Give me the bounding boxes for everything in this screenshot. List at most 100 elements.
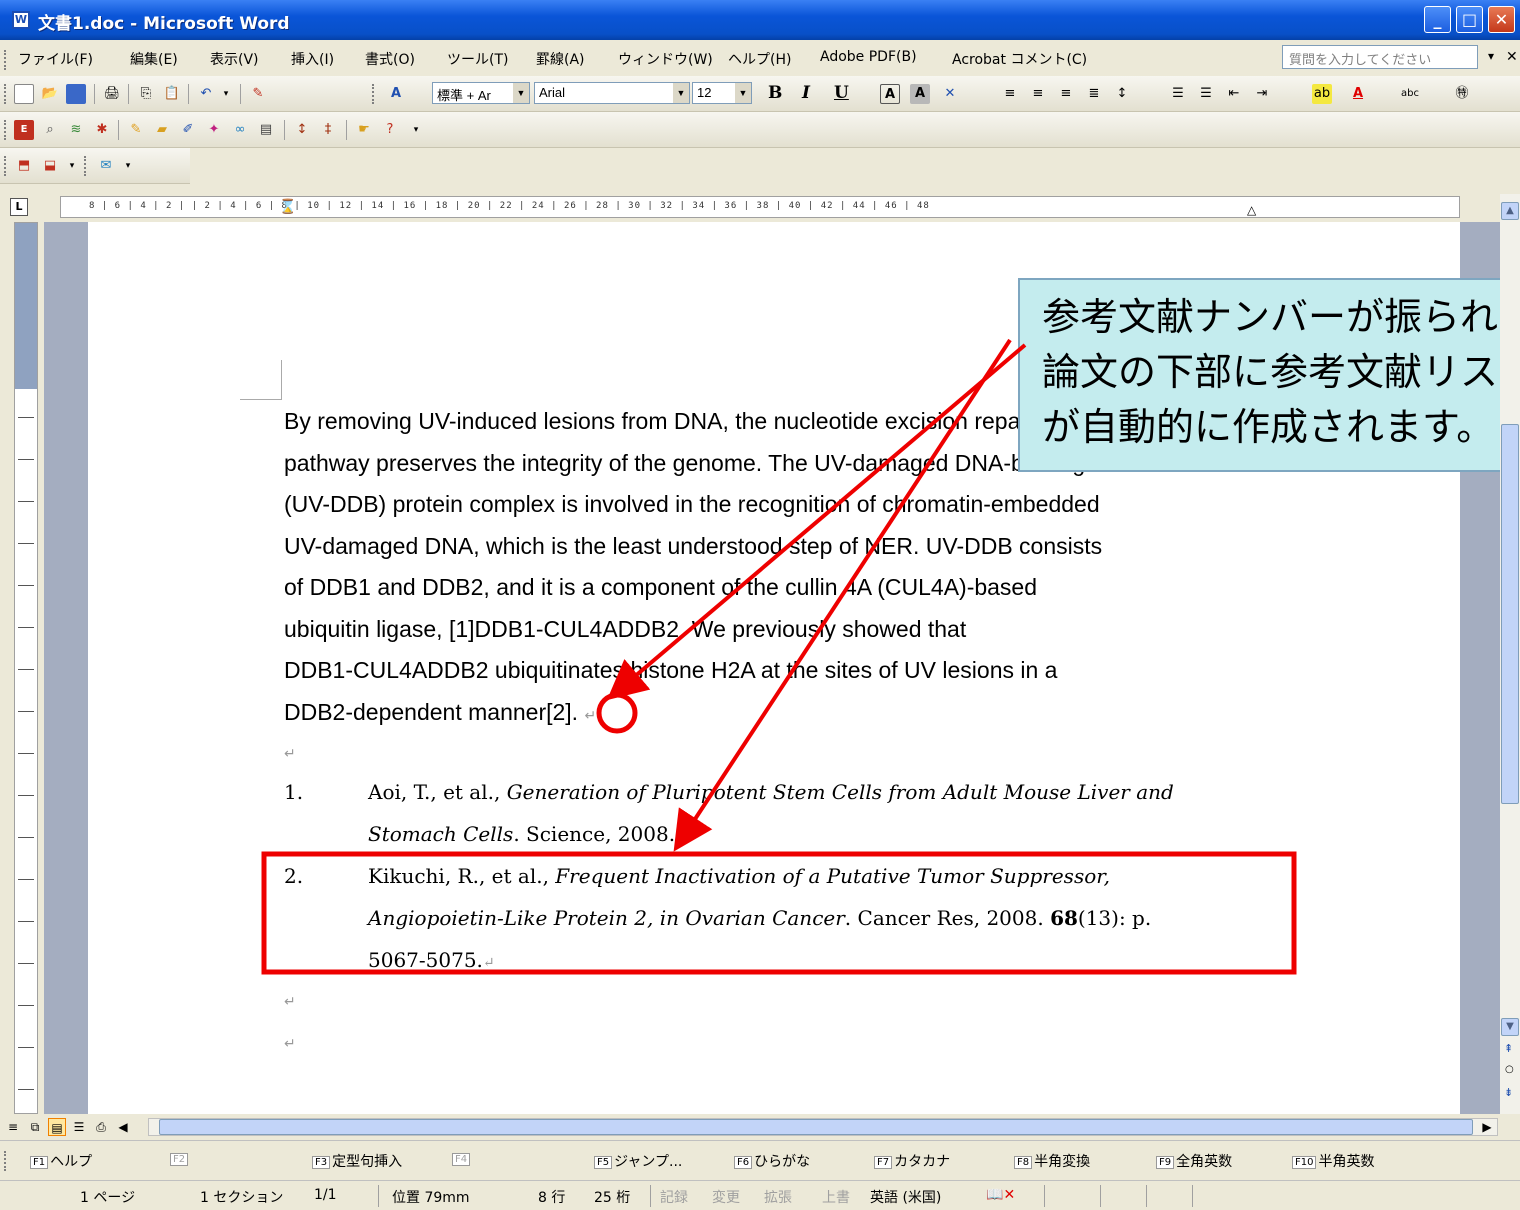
style-combo[interactable]: 標準 + Ar ▼ bbox=[432, 82, 530, 104]
reading-view-icon[interactable]: ⎙ bbox=[92, 1118, 110, 1136]
menu-file[interactable]: ファイル(F) bbox=[18, 49, 93, 69]
compare-icon[interactable]: ≋ bbox=[66, 120, 86, 140]
bullets-icon[interactable]: ☰ bbox=[1196, 84, 1216, 104]
toolbar-grip[interactable] bbox=[4, 84, 7, 104]
status-language[interactable]: 英語 (米国) bbox=[870, 1187, 941, 1207]
fkey-f7[interactable]: F7 カタカナ bbox=[874, 1151, 950, 1171]
horizontal-scrollbar[interactable] bbox=[148, 1118, 1498, 1136]
scroll-left-icon[interactable]: ◀ bbox=[114, 1118, 132, 1136]
menu-table[interactable]: 罫線(A) bbox=[536, 49, 585, 69]
char-border-icon[interactable]: A bbox=[880, 84, 900, 104]
menu-format[interactable]: 書式(O) bbox=[365, 49, 415, 69]
toolbar-options-icon[interactable]: ▾ bbox=[406, 120, 426, 140]
format-citation-icon[interactable]: ✐ bbox=[178, 120, 198, 140]
mail-icon[interactable]: E bbox=[14, 120, 34, 140]
scroll-up-icon[interactable]: ▲ bbox=[1501, 202, 1519, 220]
fkey-grip[interactable] bbox=[4, 1151, 7, 1171]
line-spacing-icon[interactable]: ↕ bbox=[1112, 84, 1132, 104]
paste-icon[interactable]: 📋 bbox=[162, 84, 182, 104]
edit-library-icon[interactable]: ✎ bbox=[126, 120, 146, 140]
align-right-icon[interactable]: ≡ bbox=[1056, 84, 1076, 104]
folder-icon[interactable]: ▰ bbox=[152, 120, 172, 140]
convert-pdf-icon[interactable]: ⬒ bbox=[14, 156, 34, 176]
italic-button[interactable]: I bbox=[802, 83, 810, 103]
print-icon[interactable]: 🖨 bbox=[102, 84, 122, 104]
help-icon[interactable]: ? bbox=[380, 120, 400, 140]
font-color-icon[interactable]: A bbox=[1348, 84, 1368, 104]
word-app-icon[interactable]: W bbox=[12, 11, 30, 29]
review-icon[interactable]: ⌕ bbox=[40, 120, 60, 140]
undo-icon[interactable]: ↶ bbox=[196, 84, 216, 104]
new-document-icon[interactable] bbox=[14, 84, 34, 104]
web-view-icon[interactable]: ⧉ bbox=[26, 1118, 44, 1136]
right-indent-marker-icon[interactable]: △ bbox=[1247, 203, 1256, 217]
fkey-f2[interactable]: F2 bbox=[170, 1151, 190, 1167]
underline-button[interactable]: U bbox=[834, 83, 849, 103]
status-record[interactable]: 記録 bbox=[660, 1187, 688, 1207]
goto-icon[interactable]: ↕ bbox=[292, 120, 312, 140]
chevron-down-icon[interactable]: ▼ bbox=[673, 83, 689, 103]
normal-view-icon[interactable]: ≡ bbox=[4, 1118, 22, 1136]
maximize-button[interactable]: □ bbox=[1456, 6, 1483, 33]
horizontal-ruler[interactable]: 8 | 6 | 4 | 2 | | 2 | 4 | 6 | 8 | 10 | 1… bbox=[60, 196, 1460, 218]
unformat-icon[interactable]: ‡ bbox=[318, 120, 338, 140]
toolbar-grip[interactable] bbox=[4, 120, 7, 140]
font-size-combo[interactable]: 12 ▼ bbox=[692, 82, 752, 104]
menu-acrobat-comment[interactable]: Acrobat コメント(C) bbox=[952, 49, 1087, 69]
fkey-f3[interactable]: F3 定型句挿入 bbox=[312, 1151, 402, 1171]
chevron-down-icon[interactable]: ▼ bbox=[513, 83, 529, 103]
status-track[interactable]: 変更 bbox=[712, 1187, 740, 1207]
toolbar-grip[interactable] bbox=[84, 156, 87, 176]
toolbar-grip[interactable] bbox=[4, 156, 7, 176]
vertical-ruler[interactable] bbox=[14, 222, 38, 1114]
menu-adobe-pdf[interactable]: Adobe PDF(B) bbox=[820, 49, 917, 65]
fkey-f8[interactable]: F8 半角変換 bbox=[1014, 1151, 1090, 1171]
menu-grip[interactable] bbox=[4, 50, 7, 70]
close-button[interactable]: ✕ bbox=[1488, 6, 1515, 33]
increase-indent-icon[interactable]: ⇥ bbox=[1252, 84, 1272, 104]
horizontal-scroll-thumb[interactable] bbox=[159, 1119, 1473, 1135]
close-document-icon[interactable]: ✕ bbox=[1506, 49, 1518, 65]
fkey-f4[interactable]: F4 bbox=[452, 1151, 472, 1167]
numbering-icon[interactable]: ☰ bbox=[1168, 84, 1188, 104]
spelling-status-icon[interactable]: 📖✕ bbox=[986, 1187, 1015, 1203]
toolbar-options-icon[interactable]: ▾ bbox=[62, 156, 82, 176]
justify-icon[interactable]: ≣ bbox=[1084, 84, 1104, 104]
status-extend[interactable]: 拡張 bbox=[764, 1187, 792, 1207]
scroll-right-icon[interactable]: ▶ bbox=[1478, 1118, 1496, 1136]
scroll-down-icon[interactable]: ▼ bbox=[1501, 1018, 1519, 1036]
tab-selector[interactable]: L bbox=[10, 198, 28, 216]
print-layout-icon[interactable]: ▤ bbox=[48, 1118, 66, 1136]
styles-pane-icon[interactable]: A bbox=[386, 84, 406, 104]
comment-icon[interactable]: ✉ bbox=[96, 156, 116, 176]
align-center-icon[interactable]: ≡ bbox=[1028, 84, 1048, 104]
menu-edit[interactable]: 編集(E) bbox=[130, 49, 178, 69]
fkey-f6[interactable]: F6 ひらがな bbox=[734, 1151, 810, 1171]
align-left-icon[interactable]: ≡ bbox=[1000, 84, 1020, 104]
citation-marker[interactable]: [2]. bbox=[546, 699, 578, 725]
highlight-icon[interactable]: ab bbox=[1312, 84, 1332, 104]
fkey-f5[interactable]: F5 ジャンプ... bbox=[594, 1151, 682, 1171]
undo-dropdown-icon[interactable]: ▾ bbox=[216, 84, 236, 104]
save-icon[interactable] bbox=[66, 84, 86, 104]
menu-insert[interactable]: 挿入(I) bbox=[291, 49, 334, 69]
copy-icon[interactable]: ⎘ bbox=[136, 84, 156, 104]
status-overwrite[interactable]: 上書 bbox=[822, 1187, 850, 1207]
char-shading-icon[interactable]: A bbox=[910, 84, 930, 104]
indent-marker-icon[interactable]: ⌛ bbox=[279, 199, 296, 215]
decrease-indent-icon[interactable]: ⇤ bbox=[1224, 84, 1244, 104]
fkey-f1[interactable]: F1 ヘルプ bbox=[30, 1151, 92, 1171]
toolbar-options-icon[interactable]: ▾ bbox=[118, 156, 138, 176]
outline-view-icon[interactable]: ☰ bbox=[70, 1118, 88, 1136]
menu-window[interactable]: ウィンドウ(W) bbox=[618, 49, 713, 69]
help-search-input[interactable]: 質問を入力してください bbox=[1282, 45, 1478, 69]
research-icon[interactable]: ✎ bbox=[248, 84, 268, 104]
bold-button[interactable]: B bbox=[768, 83, 782, 103]
menu-tools[interactable]: ツール(T) bbox=[447, 49, 508, 69]
find-citation-icon[interactable]: ✦ bbox=[204, 120, 224, 140]
help-dropdown-icon[interactable]: ▾ bbox=[1488, 49, 1494, 63]
fkey-f10[interactable]: F10 半角英数 bbox=[1292, 1151, 1374, 1171]
char-scaling-icon[interactable]: ✕ bbox=[940, 84, 960, 104]
pdf-email-icon[interactable]: ⬓ bbox=[40, 156, 60, 176]
open-folder-icon[interactable]: 📂 bbox=[40, 84, 60, 104]
